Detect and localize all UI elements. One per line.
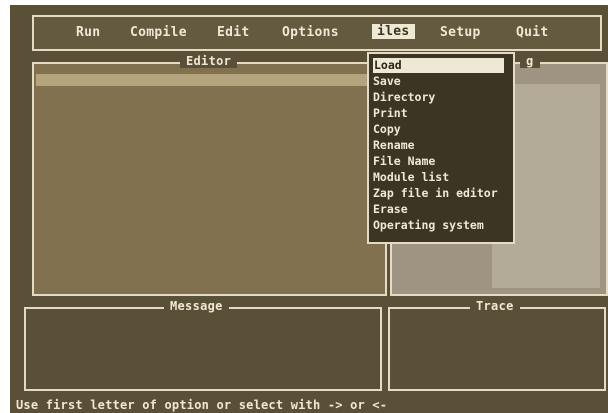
files-menu-print[interactable]: Print xyxy=(373,106,408,121)
files-menu-save[interactable]: Save xyxy=(373,74,401,89)
menu-edit[interactable]: Edit xyxy=(217,25,250,40)
files-menu-zap-file[interactable]: Zap file in editor xyxy=(373,186,498,201)
files-menu-file-name[interactable]: File Name xyxy=(373,154,435,169)
files-menu-erase[interactable]: Erase xyxy=(373,202,408,217)
message-title: Message xyxy=(164,299,229,313)
files-menu-load[interactable]: Load xyxy=(373,58,504,73)
files-menu-copy[interactable]: Copy xyxy=(373,122,401,137)
editor-title: Editor xyxy=(180,54,238,68)
files-menu-module-list[interactable]: Module list xyxy=(373,170,449,185)
menu-quit[interactable]: Quit xyxy=(516,25,549,40)
menu-files[interactable]: iles xyxy=(372,24,415,39)
menu-options[interactable]: Options xyxy=(282,25,339,40)
watch-title: g xyxy=(520,54,540,68)
editor-window[interactable]: Editor xyxy=(32,54,387,296)
files-dropdown: Load Save Directory Print Copy Rename Fi… xyxy=(367,52,515,244)
files-menu-directory[interactable]: Directory xyxy=(373,90,435,105)
menu-setup[interactable]: Setup xyxy=(440,25,481,40)
files-menu-operating-system[interactable]: Operating system xyxy=(373,218,484,233)
menu-compile[interactable]: Compile xyxy=(130,25,187,40)
screen: Run Compile Edit Options iles Setup Quit… xyxy=(10,5,608,413)
message-window[interactable]: Message xyxy=(24,299,382,391)
trace-title: Trace xyxy=(470,299,520,313)
menu-bar: Run Compile Edit Options iles Setup Quit xyxy=(32,15,602,51)
menu-run[interactable]: Run xyxy=(76,25,100,40)
files-menu-rename[interactable]: Rename xyxy=(373,138,415,153)
trace-window[interactable]: Trace xyxy=(388,299,606,391)
status-hint: Use first letter of option or select wit… xyxy=(16,398,388,412)
editor-status-line xyxy=(36,74,384,86)
